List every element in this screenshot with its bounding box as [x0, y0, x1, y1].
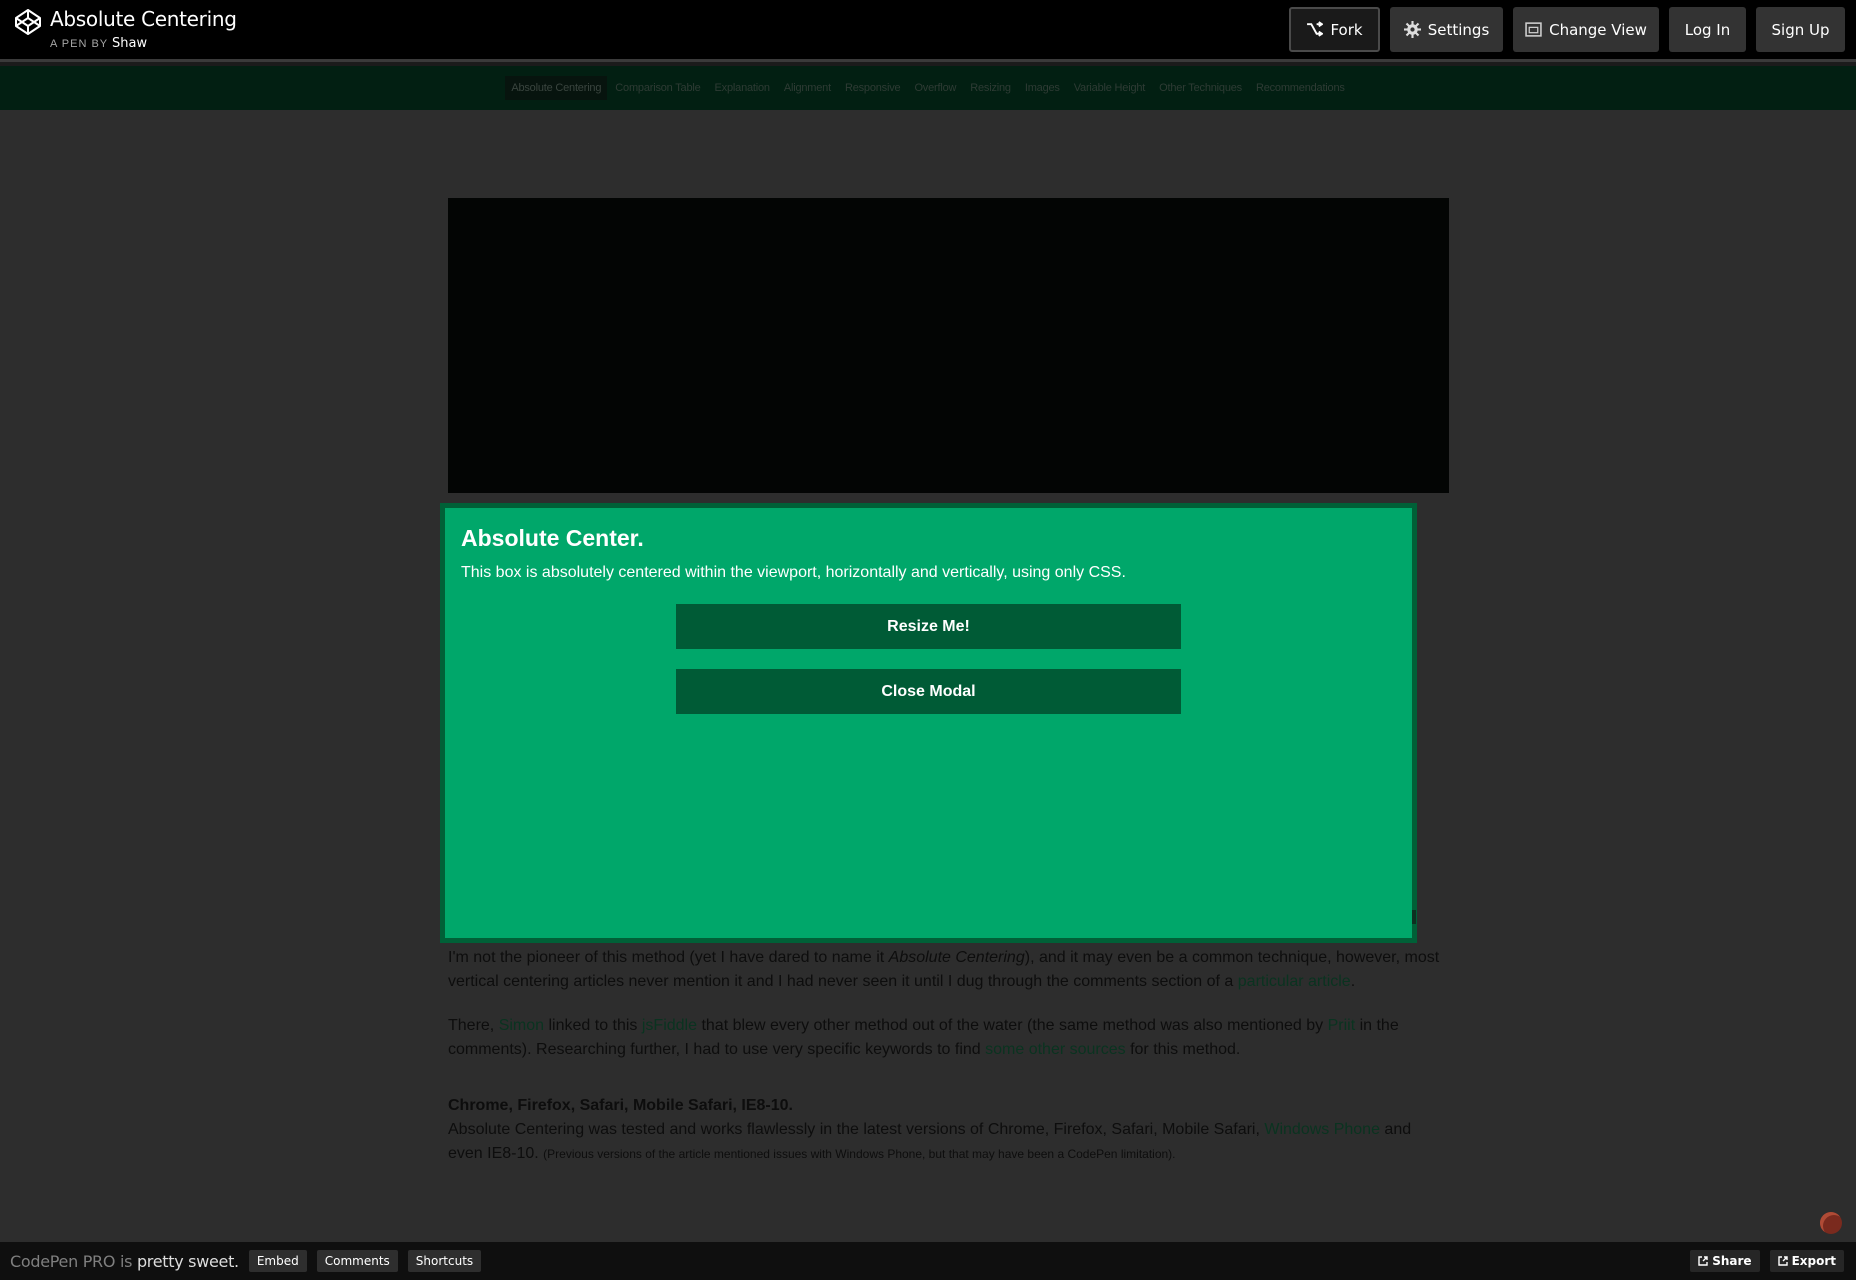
export-label: Export — [1791, 1254, 1836, 1268]
fork-button[interactable]: Fork — [1289, 7, 1380, 52]
nav-item[interactable]: Alignment — [778, 76, 837, 100]
footer-actions: Share Export — [1680, 1250, 1844, 1272]
simon-link[interactable]: Simon — [499, 1017, 544, 1034]
article-nav: Absolute Centering Comparison Table Explan… — [0, 66, 1856, 110]
promo-prefix: CodePen PRO is — [10, 1251, 137, 1271]
footnote-text: (Previous versions of the article mentio… — [543, 1147, 1176, 1161]
embed-button[interactable]: Embed — [248, 1250, 307, 1272]
nav-item[interactable]: Recommendations — [1250, 76, 1351, 100]
nav-item[interactable]: Overflow — [908, 76, 962, 100]
text-segment: linked to this — [544, 1017, 642, 1034]
resize-button[interactable]: Resize Me! — [676, 604, 1181, 649]
text-segment: I'm not the pioneer of this method (yet … — [448, 949, 889, 966]
window-icon — [1525, 22, 1542, 37]
demo-container — [448, 198, 1449, 493]
change-view-label: Change View — [1549, 20, 1647, 39]
change-view-button[interactable]: Change View — [1513, 7, 1659, 52]
close-modal-button[interactable]: Close Modal — [676, 669, 1181, 714]
text-segment: that blew every other method out of the … — [697, 1017, 1328, 1034]
article-paragraph-3: Absolute Centering was tested and works … — [448, 1118, 1449, 1166]
share-label: Share — [1712, 1254, 1752, 1268]
text-segment: There, — [448, 1017, 499, 1034]
shortcuts-button[interactable]: Shortcuts — [407, 1250, 482, 1272]
article-body: I'm not the pioneer of this method (yet … — [448, 946, 1449, 1186]
comments-button[interactable]: Comments — [316, 1250, 398, 1272]
text-segment: Absolute Centering was tested and works … — [448, 1121, 1265, 1138]
avatar[interactable] — [1820, 1212, 1842, 1234]
settings-label: Settings — [1427, 20, 1490, 39]
nav-item[interactable]: Resizing — [964, 76, 1017, 100]
promo-bold: pretty sweet. — [136, 1251, 239, 1271]
pen-byline: A PEN BY Shaw — [50, 36, 147, 51]
text-segment: . — [1350, 973, 1356, 990]
codepen-logo-icon[interactable] — [14, 8, 42, 36]
windows-phone-link[interactable]: Windows Phone — [1264, 1121, 1380, 1138]
gear-icon — [1403, 21, 1421, 38]
export-button[interactable]: Export — [1769, 1250, 1844, 1272]
jsfiddle-link[interactable]: jsFiddle — [642, 1017, 697, 1034]
external-link-icon — [1777, 1256, 1788, 1266]
nav-item[interactable]: Absolute Centering — [505, 76, 608, 100]
article-paragraph-2: There, Simon linked to this jsFiddle tha… — [448, 1014, 1449, 1062]
priit-link[interactable]: Priit — [1328, 1017, 1356, 1034]
nav-item[interactable]: Comparison Table — [609, 76, 706, 100]
nav-item[interactable]: Images — [1019, 76, 1066, 100]
nav-item[interactable]: Variable Height — [1068, 76, 1151, 100]
article-paragraph-1: I'm not the pioneer of this method (yet … — [448, 946, 1449, 994]
particular-article-link[interactable]: particular article — [1238, 973, 1351, 990]
pen-title: Absolute Centering — [50, 7, 237, 31]
pro-promo[interactable]: CodePen PRO is pretty sweet. — [10, 1252, 239, 1271]
absolute-center-modal: Absolute Center. This box is absolutely … — [440, 503, 1417, 943]
emphasis-text: Absolute Centering — [888, 949, 1025, 966]
external-link-icon — [1698, 1256, 1708, 1266]
fork-label: Fork — [1330, 20, 1363, 39]
fork-icon — [1307, 21, 1324, 37]
nav-item[interactable]: Responsive — [839, 76, 906, 100]
resize-handle[interactable] — [1412, 910, 1416, 924]
text-segment: for this method. — [1125, 1041, 1241, 1058]
app-header: Absolute Centering A PEN BY Shaw Fork Se… — [0, 0, 1856, 67]
settings-button[interactable]: Settings — [1390, 7, 1503, 52]
author-link[interactable]: Shaw — [112, 36, 147, 51]
signup-button[interactable]: Sign Up — [1756, 7, 1845, 52]
byline-prefix: A PEN BY — [50, 38, 108, 50]
share-button[interactable]: Share — [1690, 1250, 1760, 1272]
other-sources-link[interactable]: some other sources — [985, 1041, 1126, 1058]
modal-text: This box is absolutely centered within t… — [461, 564, 1126, 581]
modal-title: Absolute Center. — [461, 525, 644, 551]
login-button[interactable]: Log In — [1669, 7, 1746, 52]
browsers-heading: Chrome, Firefox, Safari, Mobile Safari, … — [448, 1097, 793, 1114]
app-footer: CodePen PRO is pretty sweet. Embed Comme… — [0, 1242, 1856, 1280]
nav-item[interactable]: Explanation — [709, 76, 776, 100]
nav-item[interactable]: Other Techniques — [1153, 76, 1248, 100]
